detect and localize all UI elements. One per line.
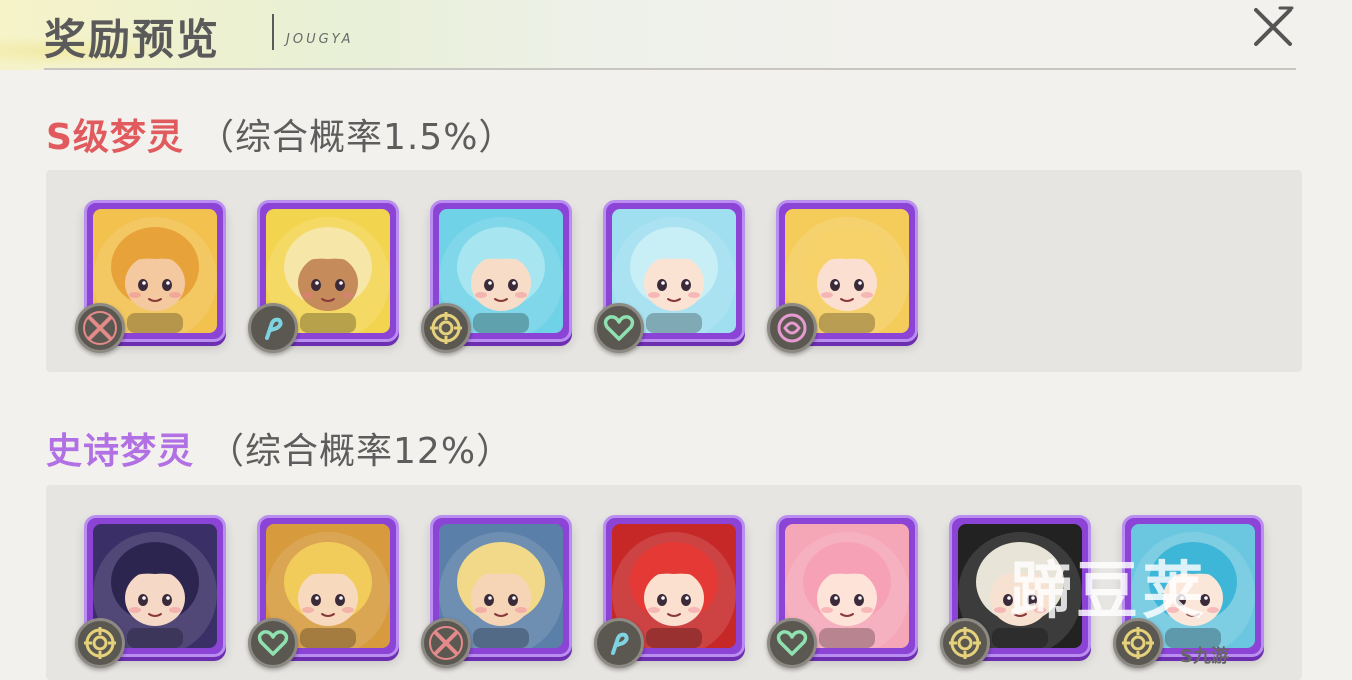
tank-icon xyxy=(421,303,471,353)
tank-icon xyxy=(940,618,990,668)
character-card[interactable] xyxy=(421,200,572,353)
character-card[interactable] xyxy=(421,515,572,668)
watermark-logo-text: 九游 xyxy=(1192,646,1229,667)
tank-icon xyxy=(75,618,125,668)
healer-icon xyxy=(594,303,644,353)
section-title-epic: 史诗梦灵 （综合概率12%） xyxy=(46,422,513,474)
warrior-icon xyxy=(421,618,471,668)
warrior-icon xyxy=(75,303,125,353)
mage-icon xyxy=(594,618,644,668)
section-name: S级梦灵 xyxy=(46,117,184,158)
section-title-s-rank: S级梦灵 （综合概率1.5%） xyxy=(46,108,515,160)
section-rate: （综合概率1.5%） xyxy=(197,117,516,158)
title-divider xyxy=(272,14,274,50)
mage-icon xyxy=(248,303,298,353)
character-card[interactable] xyxy=(767,200,918,353)
watermark-logo-mark: S xyxy=(1180,646,1193,667)
character-card[interactable] xyxy=(248,200,399,353)
section-rate: （综合概率12%） xyxy=(208,431,514,472)
character-card[interactable] xyxy=(75,200,226,353)
character-card[interactable] xyxy=(594,515,745,668)
healer-icon xyxy=(248,618,298,668)
dialog-header: 奖励预览 JOUGYA xyxy=(44,0,1296,70)
support-icon xyxy=(767,303,817,353)
healer-icon xyxy=(767,618,817,668)
character-card[interactable] xyxy=(767,515,918,668)
close-icon xyxy=(1254,6,1294,46)
watermark-text: 蹄豆荚 xyxy=(1010,554,1209,627)
watermark-logo: S九游 xyxy=(1180,642,1229,668)
character-card[interactable] xyxy=(75,515,226,668)
page-subtitle: JOUGYA xyxy=(286,32,354,47)
s-rank-card-panel xyxy=(46,170,1302,372)
section-name: 史诗梦灵 xyxy=(46,431,195,472)
character-card[interactable] xyxy=(248,515,399,668)
character-card[interactable] xyxy=(594,200,745,353)
close-button[interactable] xyxy=(1250,4,1296,50)
page-title: 奖励预览 xyxy=(44,15,221,64)
